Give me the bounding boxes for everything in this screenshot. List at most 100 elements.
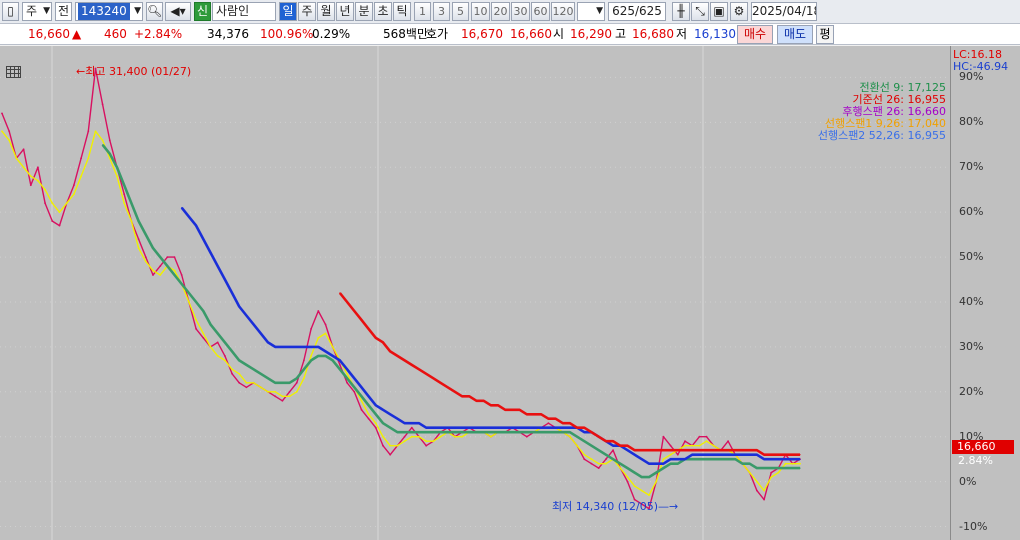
series-4-point [425, 373, 427, 375]
series-2-point [217, 332, 219, 334]
series-0-point [159, 265, 162, 267]
series-2-point [296, 377, 298, 379]
period-minute-tab[interactable]: 분 [355, 2, 373, 21]
series-1-point [238, 372, 241, 375]
y-tick-label: 30% [959, 339, 984, 353]
gear-icon[interactable]: ⚙ [730, 2, 748, 21]
period-tick-tab[interactable]: 틱 [393, 2, 411, 21]
series-3-point [439, 427, 442, 429]
series-2-point [756, 467, 758, 469]
series-1-point [267, 390, 269, 393]
series-2-point [102, 144, 104, 146]
series-1-point [202, 332, 205, 335]
interval-120-button[interactable]: 120 [551, 2, 575, 21]
series-4-point [346, 301, 348, 303]
interval-10-button[interactable]: 10 [471, 2, 490, 21]
series-0-point [80, 157, 82, 160]
interval-60-button[interactable]: 60 [531, 2, 550, 21]
grid-toggle-icon[interactable] [6, 66, 21, 78]
series-2-point [303, 368, 305, 370]
y-tick-label: 0% [959, 474, 977, 488]
series-2-point [648, 476, 650, 478]
interval-1-button[interactable]: 1 [414, 2, 431, 21]
series-0-point [245, 386, 248, 389]
series-2-point [792, 467, 794, 469]
series-0-point [612, 449, 614, 452]
interval-5-button[interactable]: 5 [452, 2, 469, 21]
draw-tool-icon[interactable]: ⤡ [691, 2, 709, 21]
save-icon[interactable]: ▣ [710, 2, 728, 21]
series-3-point [655, 463, 657, 465]
series-1-point [51, 202, 54, 205]
chart-plot-area[interactable] [0, 46, 950, 540]
series-2-point [598, 449, 600, 451]
series-0-point [108, 139, 111, 142]
series-1-point [310, 355, 312, 357]
series-2-point [310, 359, 312, 361]
price-chart[interactable]: LC:16.18 HC:-46.94 90% 80% 70% 60% 50% 40% 30%… [0, 46, 1020, 540]
series-0-point [525, 435, 528, 438]
series-2-point [533, 431, 535, 433]
market-type-select[interactable]: 주 ▼ [22, 2, 52, 21]
series-0-point [684, 440, 686, 443]
series-3-point [713, 454, 715, 456]
window-menu-icon[interactable]: ▯ [2, 2, 19, 21]
series-0-point [324, 323, 327, 326]
series-3-point [324, 350, 327, 352]
series-2-point [497, 431, 499, 433]
series-3-point [274, 346, 276, 348]
series-4-point [396, 355, 398, 357]
series-1-point [784, 462, 787, 465]
series-0-point [180, 274, 183, 276]
series-1-point [633, 485, 636, 487]
period-week-tab[interactable]: 주 [298, 2, 316, 21]
series-4-point [389, 350, 391, 352]
period-day-tab[interactable]: 일 [279, 2, 297, 21]
period-month-tab[interactable]: 월 [317, 2, 335, 21]
chevron-down-icon: ▼ [596, 6, 603, 16]
series-0-point [295, 381, 298, 384]
series-0-point [597, 467, 600, 469]
interval-20-button[interactable]: 20 [491, 2, 510, 21]
series-0-point [360, 408, 363, 411]
series-4-point [576, 427, 578, 429]
series-4-point [749, 449, 751, 451]
stock-code-input[interactable]: 143240 ▼ [75, 2, 143, 21]
series-3-point [217, 265, 219, 267]
view-mode-button[interactable]: 전 [55, 2, 72, 21]
series-1-point [37, 179, 39, 182]
series-1-point [360, 399, 363, 402]
search-icon[interactable]: 🔍︎ [146, 2, 163, 21]
series-1-point [748, 471, 751, 474]
candle-type-icon[interactable]: ╫ [672, 2, 690, 21]
count-display[interactable]: 625/625 [608, 2, 666, 21]
series-1-point [698, 444, 701, 447]
series-2-point [267, 377, 269, 379]
current-pct-label: 2.84% [958, 454, 993, 467]
right-arrow-icon: —→ [658, 500, 679, 513]
series-1-point [295, 390, 298, 393]
evaluate-button[interactable]: 평 [816, 25, 834, 44]
sell-button[interactable]: 매도 [777, 25, 813, 44]
series-1-point [317, 337, 320, 339]
y-tick-label: -10% [959, 519, 988, 533]
interval-3-button[interactable]: 3 [433, 2, 450, 21]
series-2-point [799, 467, 801, 469]
interval-custom-select[interactable]: ▼ [577, 2, 605, 21]
period-year-tab[interactable]: 년 [336, 2, 354, 21]
buy-button[interactable]: 매수 [737, 25, 773, 44]
period-second-tab[interactable]: 초 [374, 2, 392, 21]
series-4-point [777, 454, 780, 456]
series-3-point [181, 207, 183, 209]
date-field[interactable]: 2025/04/18 [751, 2, 817, 21]
series-3-point [317, 346, 319, 348]
series-4-point [655, 449, 657, 451]
series-2-point [375, 413, 377, 415]
series-3-point [483, 427, 485, 429]
high-annotation: ←최고 31,400 (01/27) [76, 63, 191, 79]
series-1-point [597, 462, 600, 465]
interval-30-button[interactable]: 30 [511, 2, 530, 21]
speaker-icon[interactable]: ◀▾ [165, 2, 191, 21]
stock-name-field[interactable]: 사람인 [212, 2, 276, 21]
series-4-point [785, 454, 787, 456]
